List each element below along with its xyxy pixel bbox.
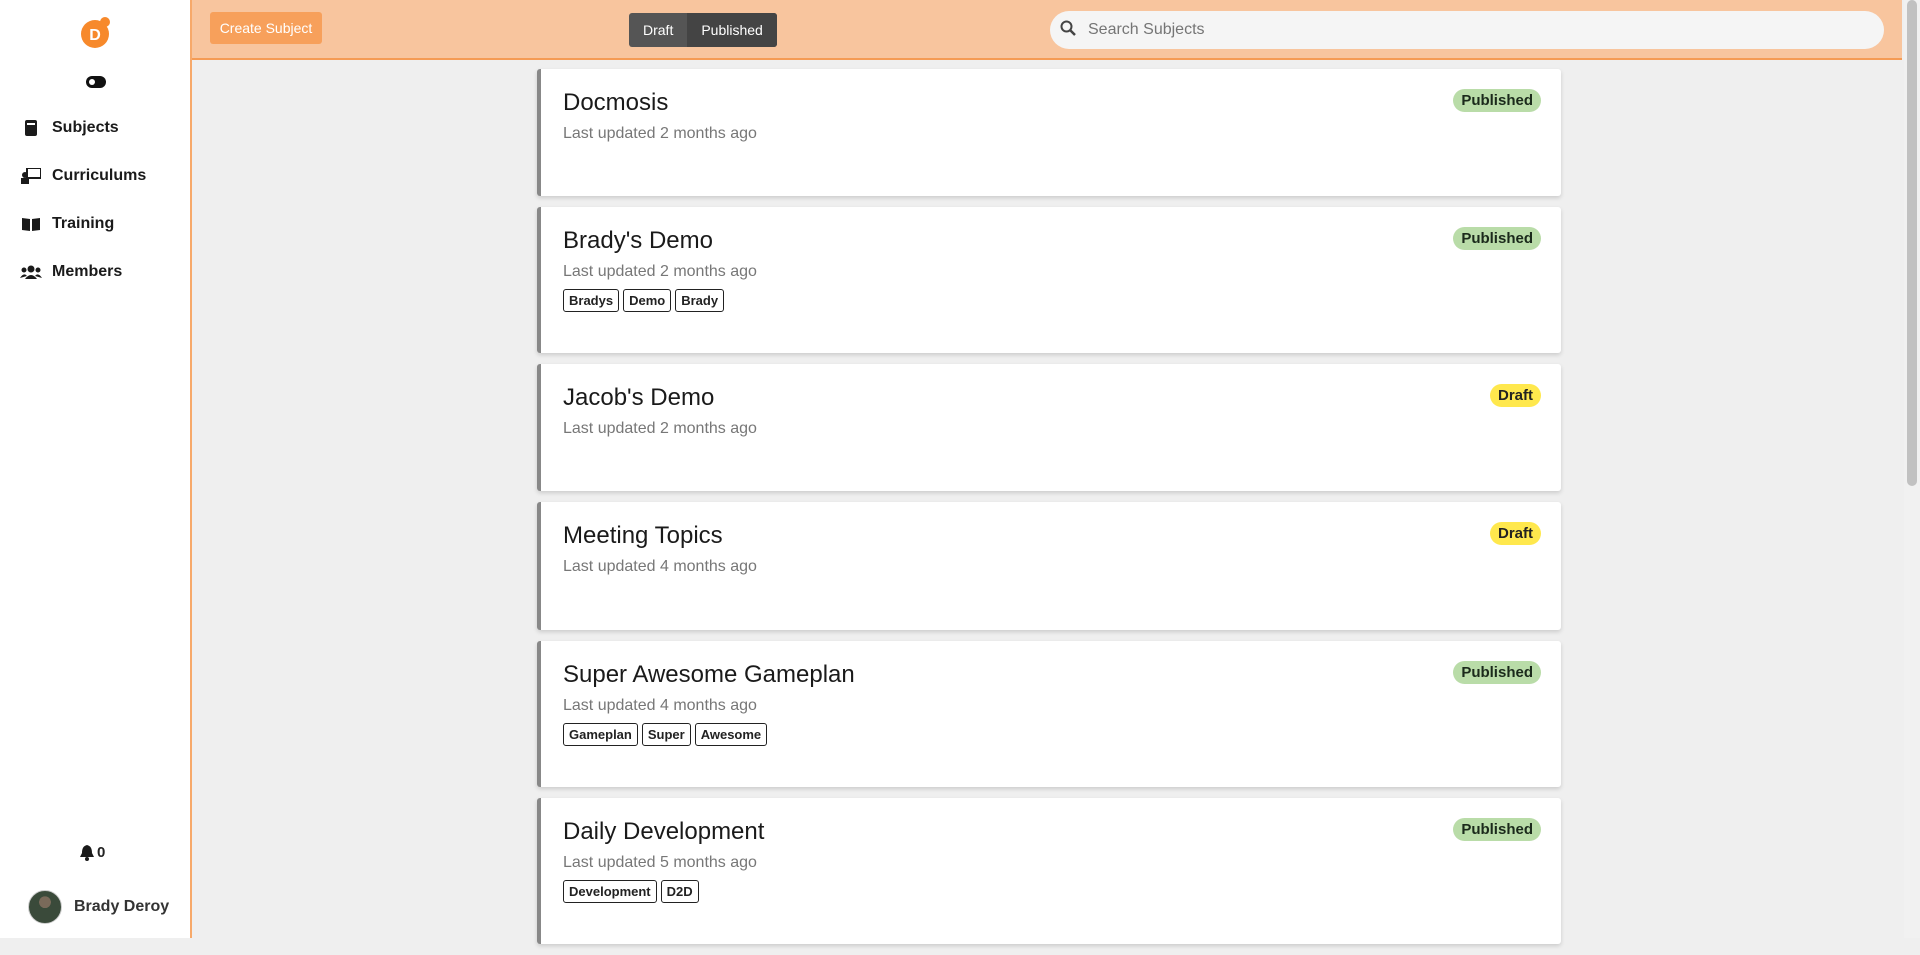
tag[interactable]: Brady [675, 289, 725, 312]
subject-updated: Last updated 4 months ago [563, 558, 757, 575]
sidebar-item-label: Subjects [52, 119, 119, 136]
scrollbar-thumb[interactable] [1907, 0, 1917, 486]
user-profile[interactable]: Brady Deroy [28, 890, 169, 924]
sidebar-item-curriculums[interactable]: Curriculums [20, 164, 146, 188]
theme-toggle[interactable] [86, 76, 106, 88]
tag[interactable]: Awesome [694, 723, 768, 746]
user-name: Brady Deroy [74, 898, 170, 915]
tag[interactable]: Super [641, 723, 691, 746]
filter-draft-button[interactable]: Draft [629, 13, 687, 47]
status-badge: Published [1453, 227, 1541, 250]
tag[interactable]: Gameplan [563, 723, 638, 746]
tag[interactable]: Demo [623, 289, 672, 312]
tag[interactable]: Bradys [563, 289, 620, 312]
notification-count: 0 [97, 844, 106, 861]
sidebar-item-label: Curriculums [52, 167, 147, 184]
subject-updated: Last updated 2 months ago [563, 420, 757, 437]
subject-updated: Last updated 2 months ago [563, 263, 757, 280]
subject-card[interactable]: Meeting Topics Last updated 4 months ago… [537, 502, 1561, 630]
status-badge: Published [1453, 89, 1541, 112]
sidebar-nav: Subjects Curriculums Training Members [20, 116, 146, 308]
status-badge: Published [1453, 661, 1541, 684]
sidebar-item-subjects[interactable]: Subjects [20, 116, 146, 140]
sidebar-item-label: Members [52, 263, 123, 280]
subject-card[interactable]: Super Awesome Gameplan Last updated 4 mo… [537, 641, 1561, 787]
tag-list: Development D2D [563, 880, 1539, 903]
subject-updated: Last updated 4 months ago [563, 697, 757, 714]
open-book-icon [20, 215, 42, 233]
subject-card[interactable]: Brady's Demo Last updated 2 months ago P… [537, 207, 1561, 353]
filter-published-button[interactable]: Published [687, 13, 777, 47]
sidebar-item-label: Training [52, 215, 115, 232]
topbar: Create Subject Draft Published [192, 0, 1902, 60]
search-input[interactable] [1088, 21, 1868, 39]
subject-title: Super Awesome Gameplan [563, 661, 855, 688]
tag[interactable]: D2D [660, 880, 699, 903]
teacher-board-icon [20, 167, 42, 185]
subject-title: Meeting Topics [563, 522, 723, 549]
subject-list: Docmosis Last updated 2 months ago Publi… [537, 69, 1561, 955]
bell-icon [80, 844, 94, 861]
subject-title: Docmosis [563, 89, 669, 116]
tag-list: Bradys Demo Brady [563, 289, 1539, 312]
status-filter: Draft Published [629, 13, 777, 47]
scrollbar[interactable] [1904, 0, 1920, 938]
subject-title: Daily Development [563, 818, 765, 845]
tag-list: Gameplan Super Awesome [563, 723, 1539, 746]
subject-card[interactable]: Daily Development Last updated 5 months … [537, 798, 1561, 944]
subject-updated: Last updated 2 months ago [563, 125, 757, 142]
subject-updated: Last updated 5 months ago [563, 854, 757, 871]
status-badge: Published [1453, 818, 1541, 841]
status-badge: Draft [1489, 522, 1541, 545]
subject-title: Brady's Demo [563, 227, 713, 254]
sidebar: D Subjects Curriculums Training Members [0, 0, 192, 938]
create-subject-button[interactable]: Create Subject [210, 12, 322, 44]
notifications[interactable]: 0 [80, 844, 105, 861]
subject-title: Jacob's Demo [563, 384, 715, 411]
tag[interactable]: Development [563, 880, 657, 903]
users-icon [20, 263, 42, 281]
sidebar-item-training[interactable]: Training [20, 212, 146, 236]
app-logo[interactable]: D [78, 14, 114, 50]
avatar [28, 890, 62, 924]
toggle-knob [89, 79, 95, 85]
status-badge: Draft [1489, 384, 1541, 407]
subject-card[interactable]: Docmosis Last updated 2 months ago Publi… [537, 69, 1561, 196]
subject-card[interactable]: Jacob's Demo Last updated 2 months ago D… [537, 364, 1561, 491]
logo-letter: D [89, 27, 101, 44]
book-icon [20, 119, 42, 137]
sidebar-item-members[interactable]: Members [20, 260, 146, 284]
search-icon [1060, 20, 1080, 41]
search-box [1050, 11, 1884, 49]
